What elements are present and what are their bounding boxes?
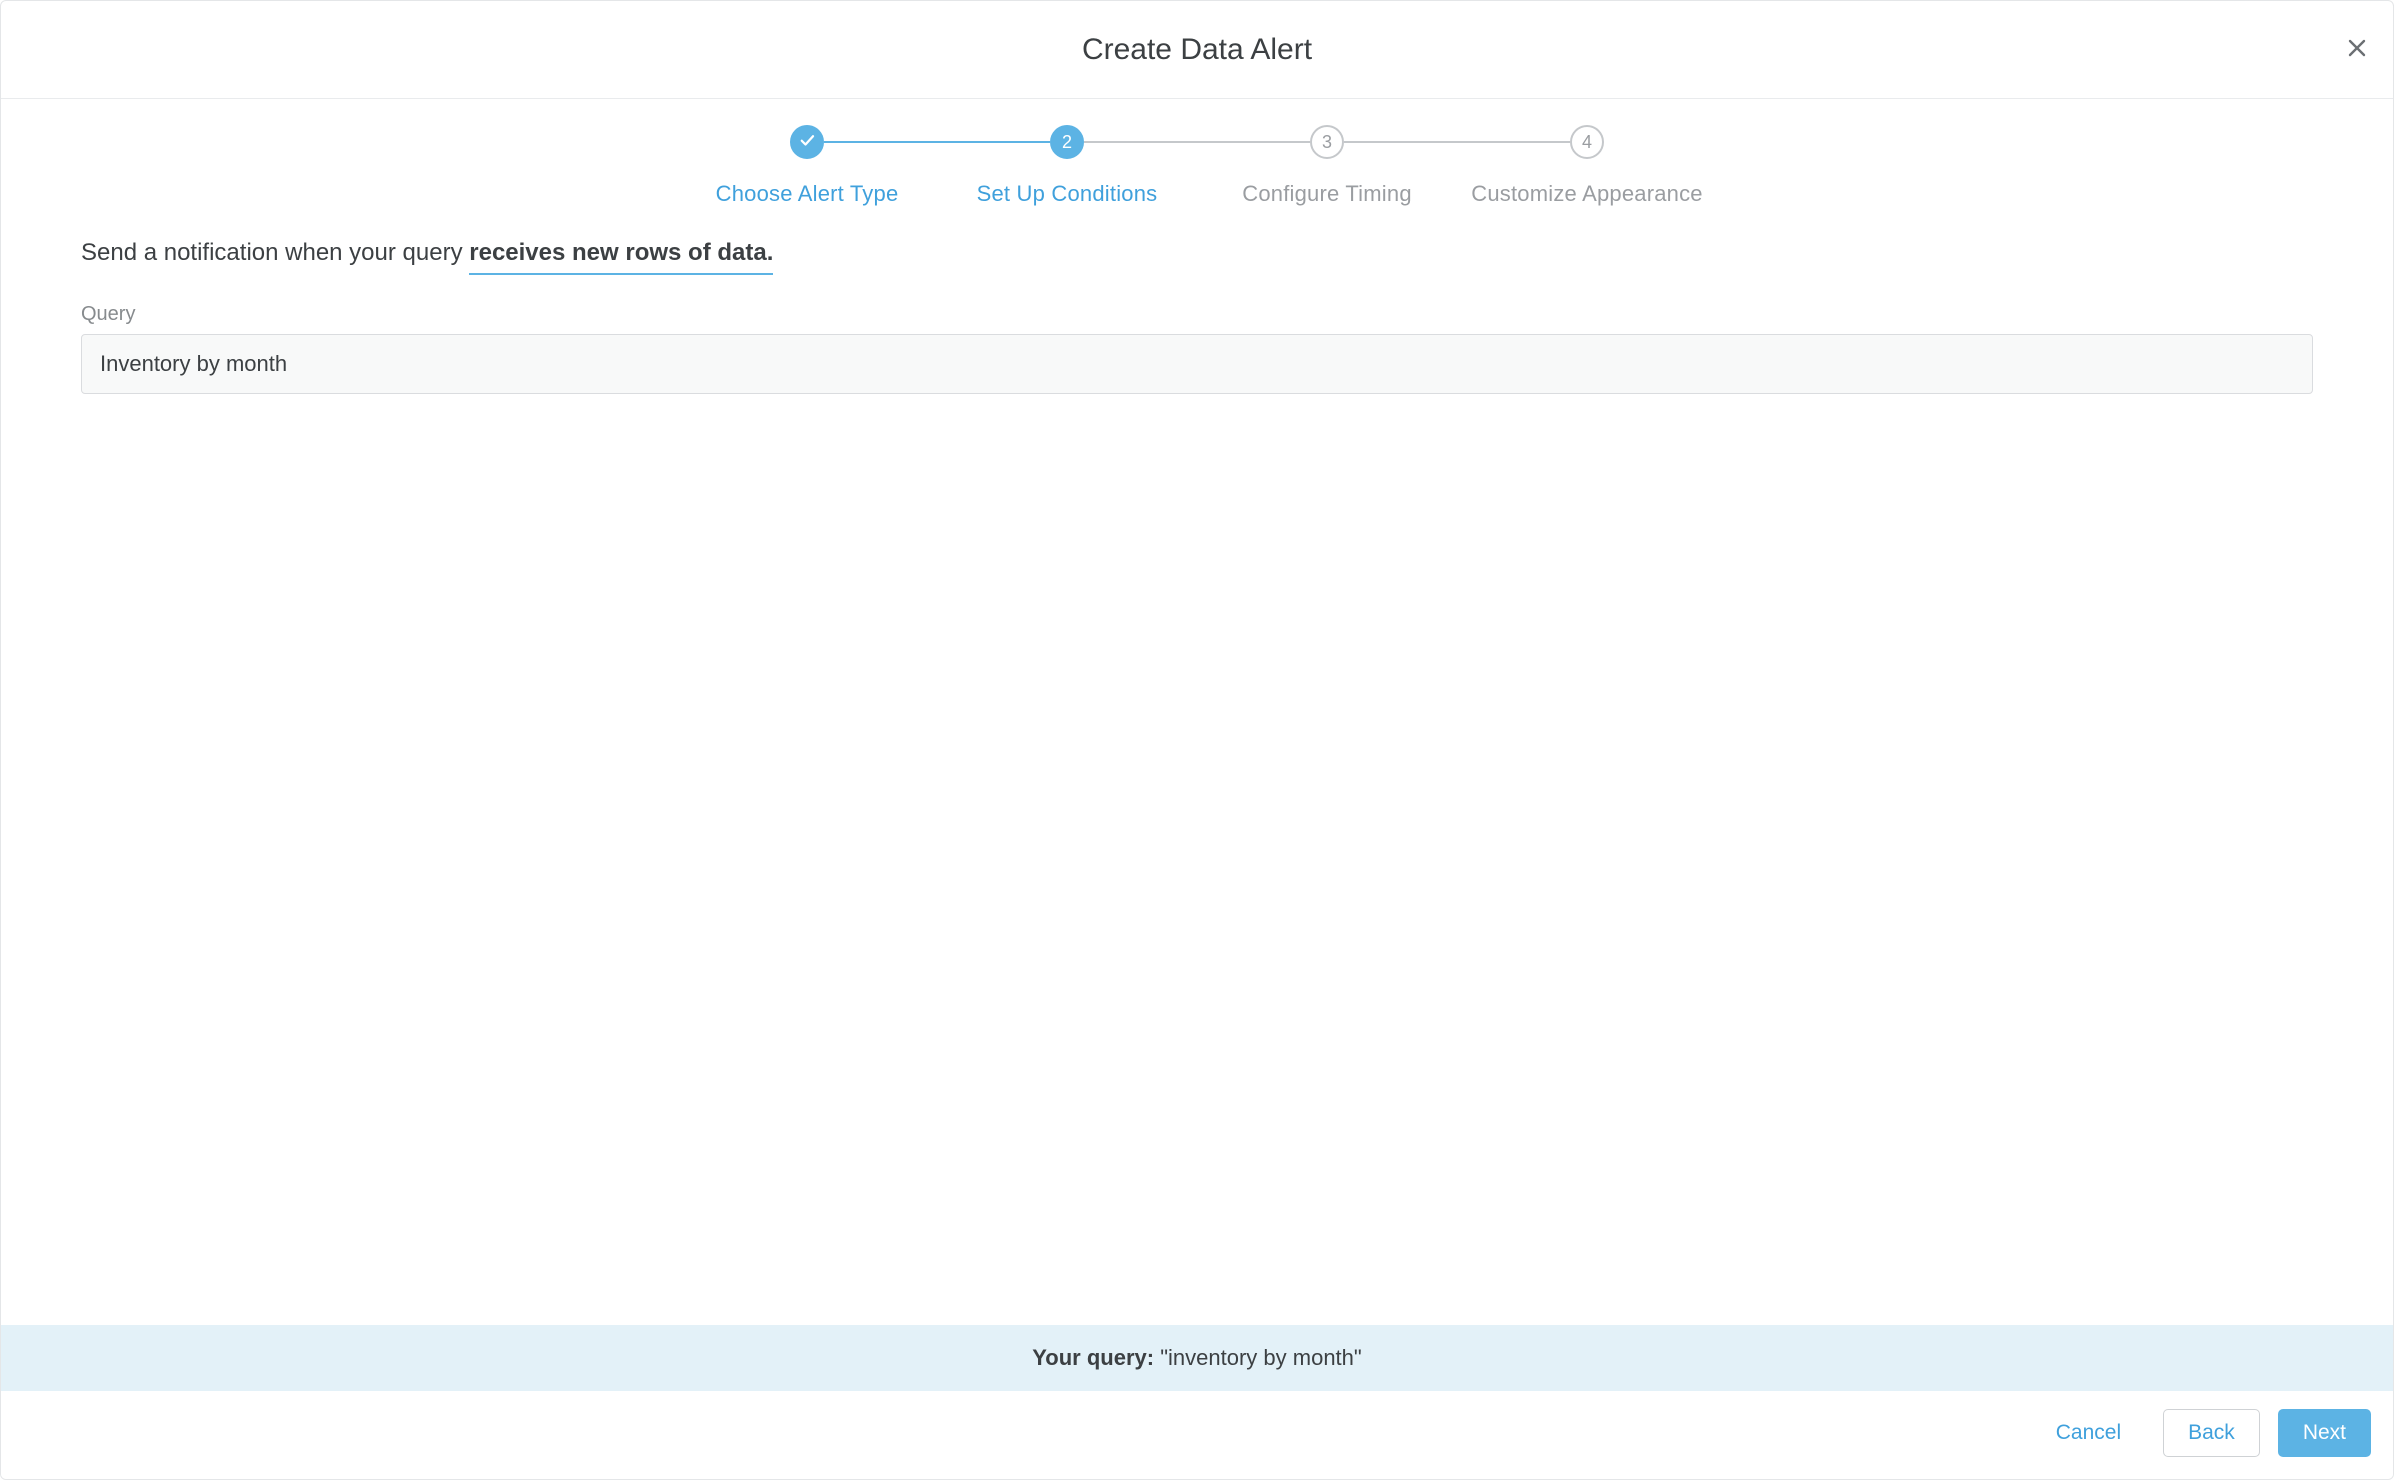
create-data-alert-modal: Create Data Alert xyxy=(0,0,2394,1480)
summary-query-text: "inventory by month" xyxy=(1160,1345,1362,1370)
query-input[interactable] xyxy=(81,334,2313,394)
step-label: Configure Timing xyxy=(1242,181,1412,207)
step-indicator: 3 xyxy=(1310,125,1344,159)
step-top-row: 3 xyxy=(1197,125,1457,159)
modal-header: Create Data Alert xyxy=(1,1,2393,99)
step-content: Send a notification when your query rece… xyxy=(1,217,2393,1325)
step-label: Customize Appearance xyxy=(1471,181,1702,207)
condition-sentence: Send a notification when your query rece… xyxy=(81,239,2313,275)
step-set-up-conditions[interactable]: 2 Set Up Conditions xyxy=(937,125,1197,207)
query-field: Query xyxy=(81,303,2313,394)
step-connector xyxy=(824,141,937,143)
step-label: Choose Alert Type xyxy=(716,181,899,207)
query-summary-banner: Your query: "inventory by month" xyxy=(1,1325,2393,1391)
step-connector xyxy=(1084,141,1197,143)
step-indicator: 4 xyxy=(1570,125,1604,159)
cancel-button[interactable]: Cancel xyxy=(2032,1409,2145,1457)
wizard-footer: Cancel Back Next xyxy=(1,1391,2393,1479)
wizard-stepper: Choose Alert Type 2 Set Up Conditions 3 … xyxy=(1,99,2393,217)
step-top-row: 2 xyxy=(937,125,1197,159)
next-button[interactable]: Next xyxy=(2278,1409,2371,1457)
step-configure-timing[interactable]: 3 Configure Timing xyxy=(1197,125,1457,207)
step-connector xyxy=(1604,141,1717,143)
step-choose-alert-type[interactable]: Choose Alert Type xyxy=(677,125,937,207)
modal-title: Create Data Alert xyxy=(1082,33,1312,67)
summary-prefix: Your query: xyxy=(1032,1345,1160,1370)
close-icon xyxy=(2345,36,2369,63)
condition-trigger-selector[interactable]: receives new rows of data. xyxy=(469,239,773,275)
query-field-label: Query xyxy=(81,303,2313,326)
step-connector xyxy=(677,141,790,143)
checkmark-icon xyxy=(798,131,816,154)
step-top-row xyxy=(677,125,937,159)
step-indicator xyxy=(790,125,824,159)
step-label: Set Up Conditions xyxy=(977,181,1158,207)
condition-sentence-prefix: Send a notification when your query xyxy=(81,239,469,266)
step-indicator: 2 xyxy=(1050,125,1084,159)
step-top-row: 4 xyxy=(1457,125,1717,159)
step-connector xyxy=(1197,141,1310,143)
step-customize-appearance[interactable]: 4 Customize Appearance xyxy=(1457,125,1717,207)
step-connector xyxy=(1457,141,1570,143)
step-connector xyxy=(937,141,1050,143)
close-button[interactable] xyxy=(2337,30,2377,70)
step-connector xyxy=(1344,141,1457,143)
back-button[interactable]: Back xyxy=(2163,1409,2260,1457)
